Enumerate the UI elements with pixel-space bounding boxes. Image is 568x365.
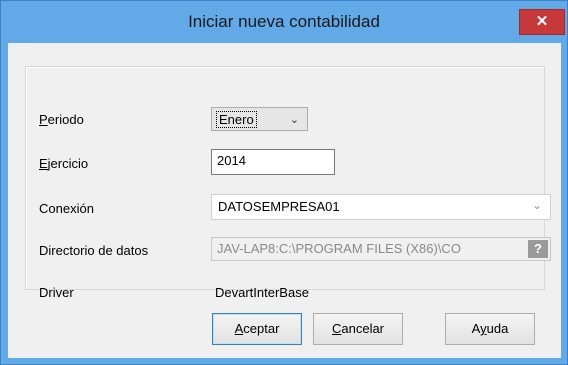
close-button[interactable]: ✕	[519, 9, 565, 35]
dialog-window: Iniciar nueva contabilidad ✕ Periodo Ene…	[0, 0, 568, 365]
chevron-down-icon: ⌄	[289, 114, 299, 126]
period-label: Periodo	[39, 112, 84, 127]
title-bar[interactable]: Iniciar nueva contabilidad ✕	[1, 1, 567, 43]
cancel-button[interactable]: Cancelar	[313, 313, 403, 345]
connection-select[interactable]: DATOSEMPRESA01 ⌄	[211, 194, 551, 220]
year-input[interactable]: 2014	[211, 149, 335, 175]
dialog-client-area: Periodo Enero ⌄ Ejercicio 2014 Conexión …	[8, 43, 561, 358]
accept-button[interactable]: Aceptar	[212, 313, 302, 345]
data-directory-field: JAV-LAP8:C:\PROGRAM FILES (X86)\CO ?	[211, 237, 551, 261]
window-title: Iniciar nueva contabilidad	[188, 12, 380, 31]
data-directory-label: Directorio de datos	[39, 243, 149, 258]
year-label: Ejercicio	[39, 156, 89, 171]
driver-label: Driver	[39, 285, 74, 300]
period-select-value: Enero	[216, 111, 257, 128]
close-icon: ✕	[535, 13, 549, 30]
period-select[interactable]: Enero ⌄	[211, 107, 308, 131]
help-button[interactable]: Ayuda	[445, 313, 535, 345]
form-group-box: Periodo Enero ⌄ Ejercicio 2014 Conexión …	[25, 66, 551, 300]
chevron-down-icon: ⌄	[531, 198, 542, 212]
driver-value: DevartInterBase	[215, 285, 309, 300]
connection-label: Conexión	[39, 201, 94, 216]
connection-select-value: DATOSEMPRESA01	[218, 199, 340, 214]
help-icon[interactable]: ?	[528, 240, 548, 258]
data-directory-value: JAV-LAP8:C:\PROGRAM FILES (X86)\CO	[217, 241, 461, 256]
